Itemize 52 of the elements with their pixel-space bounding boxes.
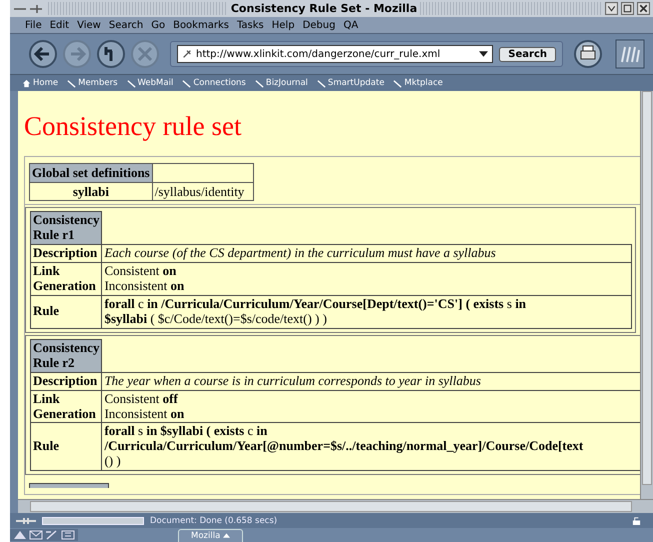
bookmark-link[interactable]: Mktplace: [393, 78, 443, 88]
composer-icon[interactable]: [45, 530, 59, 540]
table-cell: forall c in /Curricula/Curriculum/Year/Course[Dept/text()='CS'] ( exists s in $syllabi ( $c/Code/text()=$s/code/text() ) ): [102, 295, 632, 328]
home-icon: [22, 78, 31, 88]
mail-icon[interactable]: [29, 530, 43, 540]
maximize-icon[interactable]: [621, 2, 634, 15]
window-title: Consistency Rule Set - Mozilla: [228, 2, 420, 15]
page-heading: Consistency rule set: [24, 111, 242, 142]
table-cell: /syllabus/identity: [152, 182, 254, 201]
printer-icon[interactable]: [573, 39, 603, 69]
row-label: Description: [30, 372, 102, 390]
menu-item[interactable]: Help: [272, 20, 295, 30]
lock-icon: [632, 516, 641, 525]
logo-icon[interactable]: [615, 39, 645, 69]
bookmark-link[interactable]: BizJournal: [254, 78, 308, 88]
menu-item[interactable]: Bookmarks: [173, 20, 229, 30]
menu-item[interactable]: View: [77, 20, 101, 30]
menu-item[interactable]: Tasks: [236, 20, 264, 30]
table-header: Global set definitions: [30, 164, 152, 182]
table-cell: syllabi: [30, 182, 152, 201]
row-label: Rule: [30, 295, 102, 328]
connection-icon: [16, 516, 36, 524]
menu-item[interactable]: File: [25, 20, 42, 30]
address-field[interactable]: http://www.xlinkit.com/dangerzone/curr_rule.xml: [177, 45, 494, 63]
up-arrow-icon: [223, 533, 230, 538]
menu-item[interactable]: Edit: [50, 20, 70, 30]
bookmark-link[interactable]: WebMail: [126, 78, 174, 88]
menu-item[interactable]: Go: [151, 20, 166, 30]
window-menu-icon[interactable]: [13, 2, 43, 14]
bookmark-link[interactable]: Members: [67, 78, 118, 88]
menu-item[interactable]: QA: [343, 20, 358, 30]
dropdown-arrow-icon[interactable]: [479, 51, 488, 57]
close-icon[interactable]: [637, 2, 650, 15]
rule-title: Consistency Rule r1: [30, 212, 102, 245]
search-button[interactable]: Search: [499, 46, 556, 62]
minimize-icon[interactable]: [605, 2, 618, 15]
address-book-icon[interactable]: [61, 530, 75, 540]
bookmark-link[interactable]: Home: [22, 78, 58, 88]
table-cell: Each course (of the CS department) in the curriculum must have a syllabus: [102, 244, 632, 262]
table-cell: The year when a course is in curriculum corresponds to year in syllabus: [102, 372, 640, 390]
menu-item[interactable]: Search: [108, 20, 144, 30]
rule-title: Consistency Rule r2: [30, 339, 102, 372]
row-label: Description: [30, 244, 102, 262]
row-label: Link Generation: [30, 262, 102, 296]
row-label: Rule: [30, 422, 102, 471]
status-text: Document: Done (0.658 secs): [150, 516, 278, 526]
vertical-scrollbar[interactable]: [640, 91, 653, 499]
bookmark-link[interactable]: SmartUpdate: [316, 78, 384, 88]
bookmark-link[interactable]: Connections: [182, 78, 246, 88]
menu-item[interactable]: Debug: [302, 20, 336, 30]
row-label: Link Generation: [30, 390, 102, 423]
horizontal-scrollbar[interactable]: [18, 499, 653, 513]
